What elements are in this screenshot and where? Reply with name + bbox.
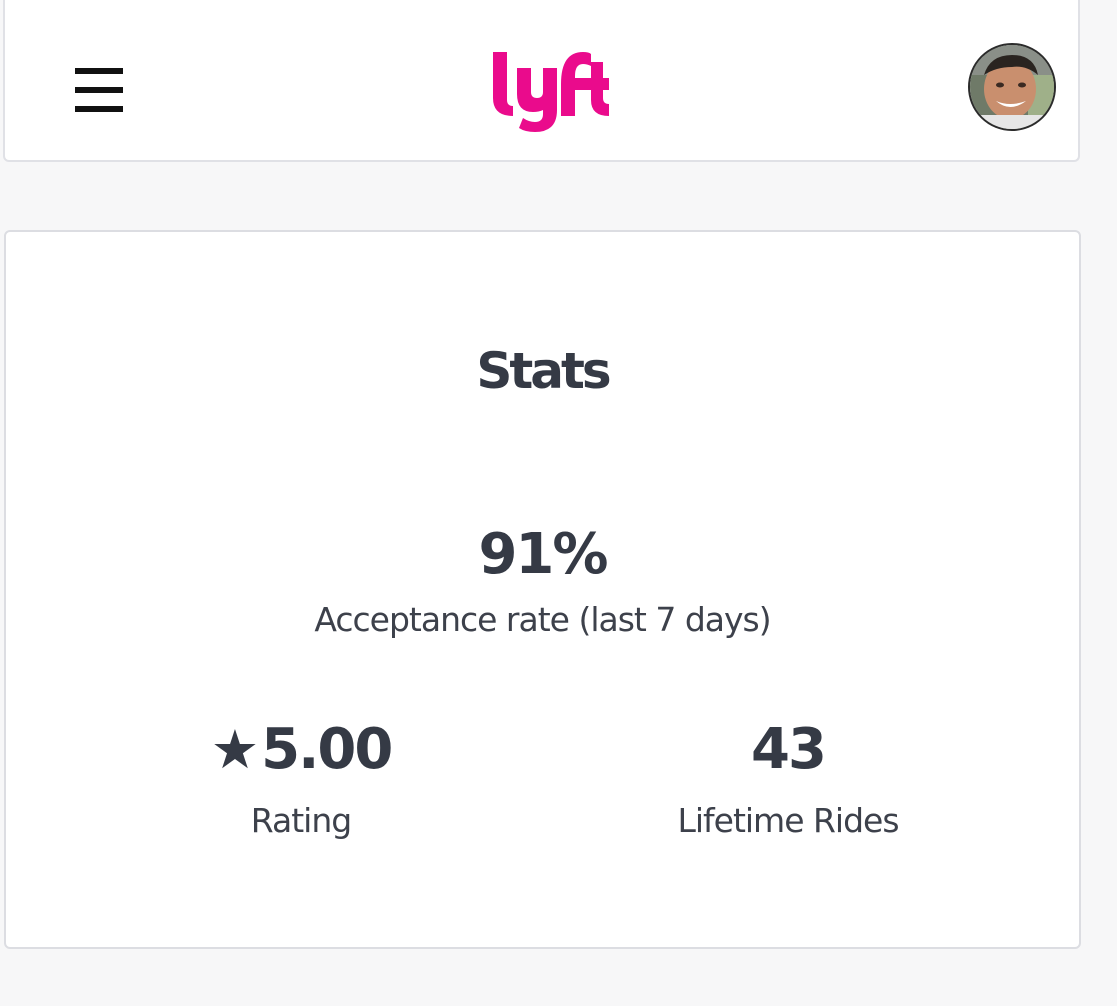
hamburger-menu-icon — [75, 68, 123, 74]
top-header — [3, 0, 1080, 162]
lyft-logo — [493, 52, 609, 132]
rating-stat: ★5.00 Rating — [151, 722, 451, 840]
menu-icon-bar — [75, 87, 123, 93]
rating-value-row: ★5.00 — [151, 722, 451, 778]
lifetime-rides-value: 43 — [751, 717, 827, 782]
lifetime-rides-stat: 43 Lifetime Rides — [638, 717, 938, 840]
menu-icon-bar — [75, 106, 123, 112]
rating-label: Rating — [250, 801, 352, 840]
lifetime-rides-label: Lifetime Rides — [677, 801, 899, 840]
stats-card: Stats 91% Acceptance rate (last 7 days) … — [4, 230, 1081, 949]
rating-value: 5.00 — [261, 717, 393, 782]
stats-title: Stats — [476, 342, 611, 400]
avatar-photo-icon — [970, 45, 1054, 129]
acceptance-rate-label: Acceptance rate (last 7 days) — [314, 600, 771, 639]
star-icon: ★ — [210, 718, 260, 781]
menu-button[interactable] — [75, 68, 127, 112]
user-avatar[interactable] — [968, 43, 1056, 131]
acceptance-rate-value: 91% — [478, 522, 608, 587]
acceptance-rate-stat: 91% Acceptance rate (last 7 days) — [6, 522, 1079, 639]
